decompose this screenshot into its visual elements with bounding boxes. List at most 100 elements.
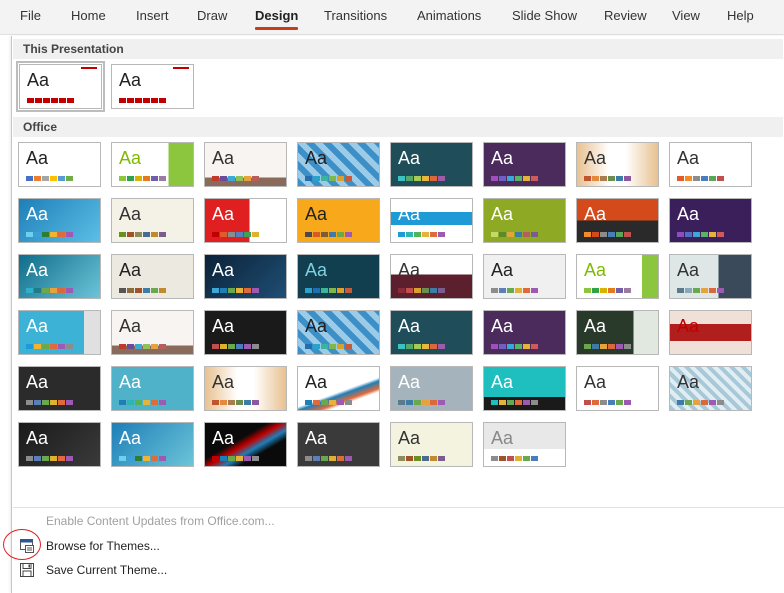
theme-color-swatch [143,98,150,103]
theme-color-swatch [438,456,445,461]
theme-color-swatch [406,176,413,181]
theme-office-38[interactable]: Aa [483,366,566,411]
theme-office-4[interactable]: Aa [297,142,380,187]
theme-color-swatches [119,400,166,405]
theme-color-swatch [438,344,445,349]
theme-office-33[interactable]: Aa [18,366,101,411]
theme-color-swatch [58,288,65,293]
theme-this-presentation-1[interactable]: Aa [16,61,105,112]
theme-office-32[interactable]: Aa [669,310,752,355]
tab-animations[interactable]: Animations [417,8,481,23]
theme-office-14[interactable]: Aa [483,198,566,243]
theme-color-swatch [321,288,328,293]
theme-color-swatches [491,456,538,461]
theme-color-swatch [685,232,692,237]
tab-home[interactable]: Home [71,8,106,23]
theme-office-46[interactable]: Aa [483,422,566,467]
theme-color-swatch [58,232,65,237]
theme-office-31[interactable]: Aa [576,310,659,355]
theme-office-22[interactable]: Aa [483,254,566,299]
theme-this-presentation-2[interactable]: Aa [111,64,194,109]
theme-color-swatch [600,176,607,181]
theme-office-29[interactable]: Aa [390,310,473,355]
theme-office-27[interactable]: Aa [204,310,287,355]
theme-office-11[interactable]: Aa [204,198,287,243]
theme-color-swatch [422,176,429,181]
theme-color-swatch [531,456,538,461]
theme-office-3[interactable]: Aa [204,142,287,187]
theme-color-swatch [499,288,506,293]
theme-office-17[interactable]: Aa [18,254,101,299]
theme-thumbnail-aa-label: Aa [212,260,235,280]
theme-color-swatch [507,288,514,293]
theme-office-24[interactable]: Aa [669,254,752,299]
theme-color-swatch [438,232,445,237]
theme-office-5[interactable]: Aa [390,142,473,187]
theme-color-swatch [42,176,49,181]
tab-file[interactable]: File [20,8,41,23]
theme-office-23[interactable]: Aa [576,254,659,299]
tab-review[interactable]: Review [604,8,647,23]
theme-color-swatch [693,176,700,181]
theme-color-swatch [42,288,49,293]
theme-color-swatch [515,176,522,181]
theme-office-16[interactable]: Aa [669,198,752,243]
theme-office-35[interactable]: Aa [204,366,287,411]
theme-office-44[interactable]: Aa [297,422,380,467]
theme-office-45[interactable]: Aa [390,422,473,467]
theme-office-20[interactable]: Aa [297,254,380,299]
theme-color-swatches [26,400,73,405]
theme-office-28[interactable]: Aa [297,310,380,355]
tab-view[interactable]: View [672,8,700,23]
theme-office-40[interactable]: Aa [669,366,752,411]
theme-office-8[interactable]: Aa [669,142,752,187]
theme-color-swatch [693,400,700,405]
theme-color-swatch [592,344,599,349]
theme-office-7[interactable]: Aa [576,142,659,187]
tab-draw[interactable]: Draw [197,8,227,23]
theme-color-swatch [337,232,344,237]
theme-office-13[interactable]: Aa [390,198,473,243]
theme-office-19[interactable]: Aa [204,254,287,299]
tab-help[interactable]: Help [727,8,754,23]
theme-color-swatch [701,400,708,405]
theme-office-10[interactable]: Aa [111,198,194,243]
theme-office-26[interactable]: Aa [111,310,194,355]
theme-office-41[interactable]: Aa [18,422,101,467]
theme-color-swatch [515,288,522,293]
tab-slide-show[interactable]: Slide Show [512,8,577,23]
theme-office-2[interactable]: Aa [111,142,194,187]
theme-office-36[interactable]: Aa [297,366,380,411]
theme-office-43[interactable]: Aa [204,422,287,467]
theme-office-30[interactable]: Aa [483,310,566,355]
tab-design[interactable]: Design [255,8,299,30]
theme-office-25[interactable]: Aa [18,310,101,355]
theme-office-18[interactable]: Aa [111,254,194,299]
theme-office-12[interactable]: Aa [297,198,380,243]
theme-color-swatch [491,232,498,237]
save-current-theme-item[interactable]: Save Current Theme... [13,559,784,581]
theme-color-swatch [329,456,336,461]
theme-office-6[interactable]: Aa [483,142,566,187]
theme-thumbnail-aa-label: Aa [491,148,514,168]
theme-color-swatch [212,456,219,461]
theme-color-swatch [414,176,421,181]
theme-color-swatch [236,400,243,405]
theme-office-39[interactable]: Aa [576,366,659,411]
theme-office-1[interactable]: Aa [18,142,101,187]
theme-color-swatch [143,400,150,405]
theme-office-15[interactable]: Aa [576,198,659,243]
tab-transitions[interactable]: Transitions [324,8,387,23]
theme-office-9[interactable]: Aa [18,198,101,243]
theme-office-37[interactable]: Aa [390,366,473,411]
theme-office-21[interactable]: Aa [390,254,473,299]
theme-color-swatch [430,232,437,237]
tab-insert[interactable]: Insert [136,8,169,23]
theme-office-42[interactable]: Aa [111,422,194,467]
theme-office-34[interactable]: Aa [111,366,194,411]
theme-color-swatches [26,176,73,181]
theme-color-swatch [228,232,235,237]
browse-for-themes-item[interactable]: Browse for Themes... [13,535,784,557]
theme-thumbnail-aa-label: Aa [305,428,328,448]
theme-color-swatches [119,98,166,103]
